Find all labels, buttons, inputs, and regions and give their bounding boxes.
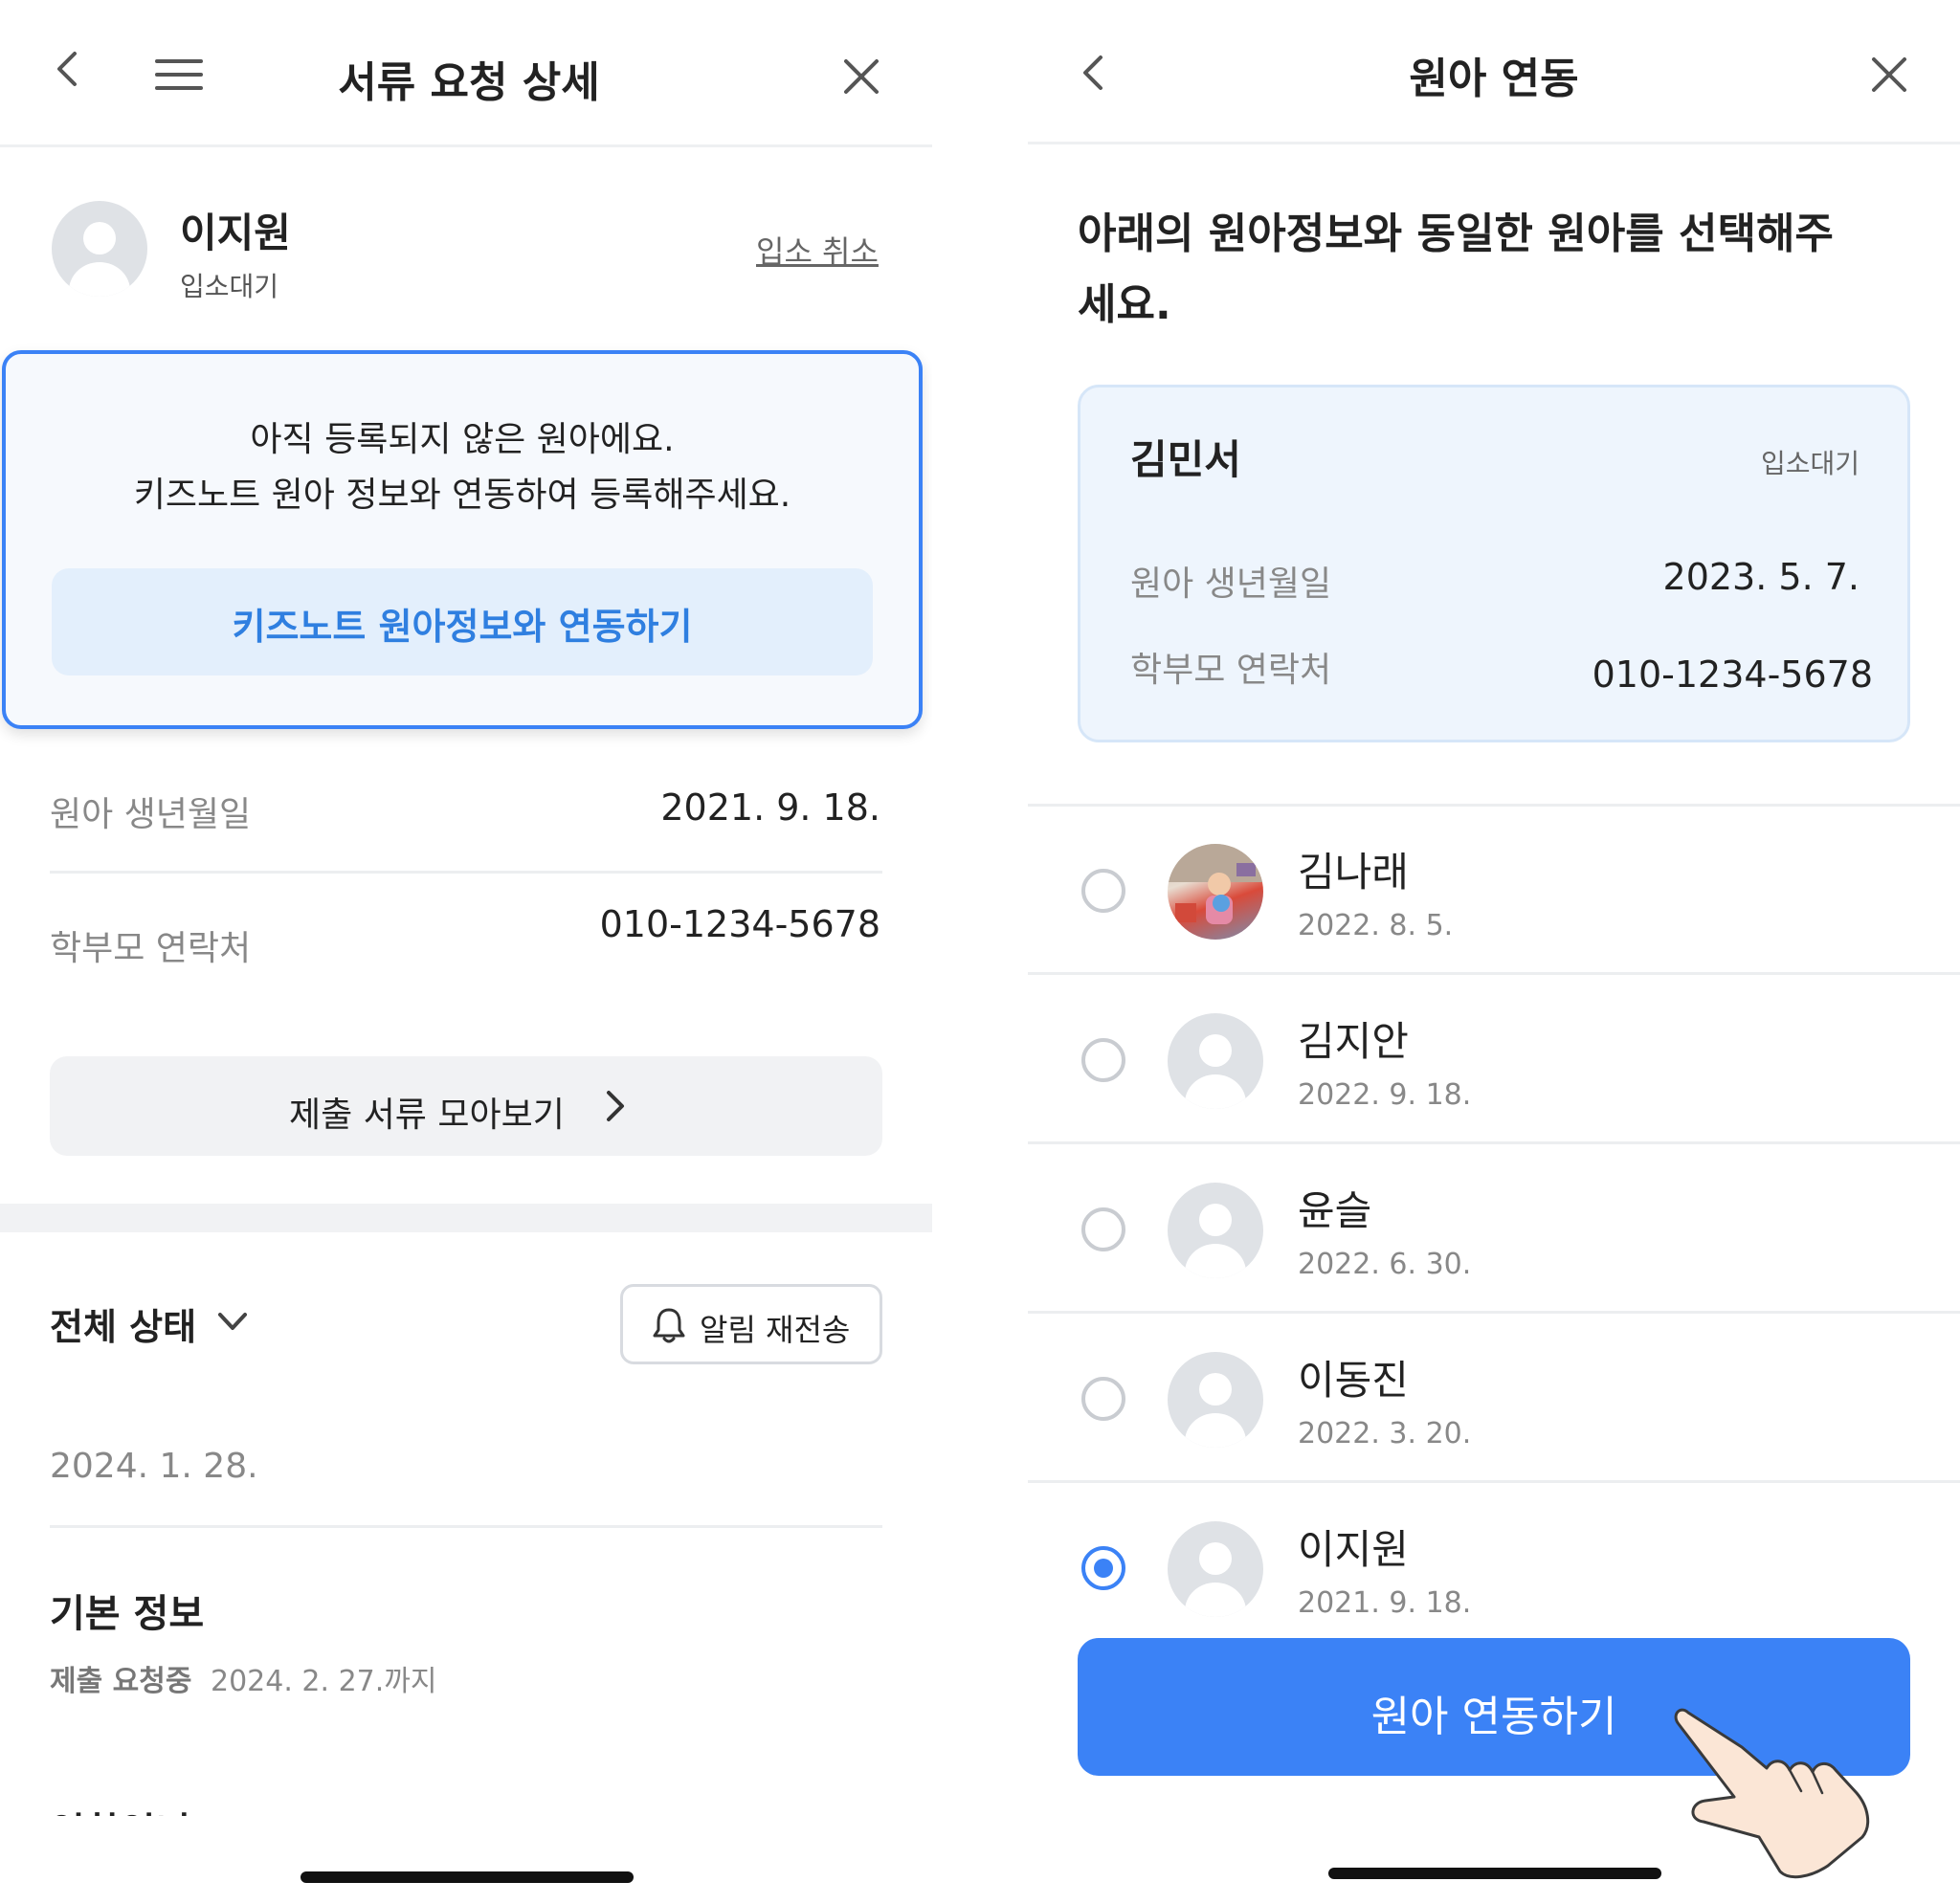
right-screen: 원아 연동 아래의 원아정보와 동일한 원아를 선택해주 세요. 김민서 입소대… [1028,0,1960,1904]
child-birthdate: 2022. 9. 18. [1298,1078,1472,1112]
menu-icon[interactable] [155,57,203,92]
cancel-admission-link[interactable]: 입소 취소 [756,228,879,272]
page-title: 원아 연동 [1409,55,1579,103]
page-title: 서류 요청 상세 [338,58,600,107]
home-indicator [1328,1868,1661,1879]
header-divider [0,144,932,147]
child-radio[interactable] [1081,1207,1125,1251]
child-radio[interactable] [1081,1546,1125,1590]
card-name: 김민서 [1130,436,1241,483]
view-documents-label: 제출 서류 모아보기 [289,1096,565,1135]
avatar [1168,1183,1263,1278]
left-screen: 서류 요청 상세 이지원 입소대기 입소 취소 아직 등록되지 않은 원아에요.… [0,0,932,1904]
header-divider [1028,142,1960,144]
child-list-item[interactable]: 김나래 2022. 8. 5. [1028,806,1960,975]
child-info-card: 김민서 입소대기 원아 생년월일 2023. 5. 7. 학부모 연락처 010… [1078,385,1910,742]
chevron-right-icon [605,1089,628,1123]
child-name: 이동진 [1298,1357,1409,1404]
child-list-item[interactable]: 김지안 2022. 9. 18. [1028,975,1960,1144]
child-radio[interactable] [1081,869,1125,913]
chevron-down-icon [216,1311,249,1334]
status-dropdown[interactable]: 전체 상태 [50,1297,260,1351]
status-title: 전체 상태 [50,1306,197,1348]
close-icon[interactable] [1870,55,1908,94]
card-birth-value: 2023. 5. 7. [1662,556,1860,598]
bell-icon [652,1306,686,1344]
contact-label: 학부모 연락처 [50,929,252,968]
notice-line-1: 아직 등록되지 않은 원아에요. [250,420,675,459]
card-contact-value: 010-1234-5678 [1592,653,1873,696]
avatar [1168,1013,1263,1109]
deadline-text: 2024. 2. 27.까지 [211,1665,437,1698]
child-name: 이지원 [1298,1526,1409,1573]
child-list-item[interactable]: 이동진 2022. 3. 20. [1028,1314,1960,1483]
child-radio[interactable] [1081,1377,1125,1421]
card-status: 입소대기 [1760,448,1860,479]
back-icon[interactable] [1076,54,1114,92]
row-divider [50,871,882,874]
profile-status: 입소대기 [180,271,279,302]
child-photo [1168,844,1263,940]
child-name: 김나래 [1298,849,1409,896]
child-radio[interactable] [1081,1038,1125,1082]
child-birthdate: 2021. 9. 18. [1298,1586,1472,1620]
birth-value: 2021. 9. 18. [660,786,880,829]
resend-alarm-button[interactable]: 알림 재전송 [620,1284,882,1364]
status-date: 2024. 1. 28. [50,1447,258,1486]
close-icon[interactable] [842,57,880,96]
row-divider [50,1525,882,1528]
instruction-line-1: 아래의 원아정보와 동일한 원아를 선택해주 [1078,210,1834,258]
pointing-hand-icon [1667,1694,1897,1885]
cut-off-clip: 인학인니 [50,1801,241,1816]
card-birth-label: 원아 생년월일 [1130,565,1332,604]
child-list-item[interactable]: 윤슬 2022. 6. 30. [1028,1144,1960,1314]
basic-info-title: 기본 정보 [50,1592,205,1636]
link-kidsnote-button[interactable]: 키즈노트 원아정보와 연동하기 [52,568,873,675]
home-indicator [301,1871,634,1883]
child-birthdate: 2022. 6. 30. [1298,1248,1472,1281]
avatar [52,201,147,297]
section-divider [0,1204,932,1232]
cut-off-text: 인학인니 [50,1801,190,1816]
profile-name: 이지원 [180,210,291,256]
contact-value: 010-1234-5678 [599,903,880,945]
avatar [1168,1521,1263,1617]
child-birthdate: 2022. 8. 5. [1298,909,1454,942]
avatar [1168,1352,1263,1448]
child-name: 김지안 [1298,1018,1409,1065]
notice-card: 아직 등록되지 않은 원아에요. 키즈노트 원아 정보와 연동하여 등록해주세요… [2,350,923,729]
child-name: 윤슬 [1298,1187,1372,1234]
back-icon[interactable] [50,50,88,88]
instruction-line-2: 세요. [1078,280,1171,329]
resend-alarm-label: 알림 재전송 [700,1312,851,1348]
view-documents-button[interactable]: 제출 서류 모아보기 [50,1056,882,1156]
request-badge: 제출 요청중 [50,1665,192,1698]
notice-line-2: 키즈노트 원아 정보와 연동하여 등록해주세요. [133,476,791,515]
card-contact-label: 학부모 연락처 [1130,651,1332,690]
child-list-item[interactable]: 이지원 2021. 9. 18. [1028,1483,1960,1652]
child-birthdate: 2022. 3. 20. [1298,1417,1472,1450]
birth-label: 원아 생년월일 [50,795,252,834]
link-kidsnote-button-label: 키즈노트 원아정보와 연동하기 [232,606,693,648]
